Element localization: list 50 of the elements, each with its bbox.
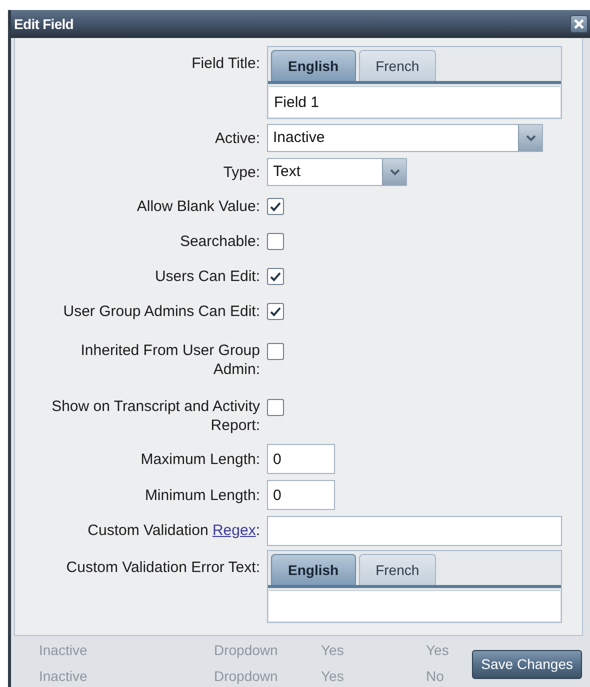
field-label: Type: — [223, 162, 260, 182]
table-cell-text: Dropdown — [214, 642, 279, 658]
field-label: Field Title: — [192, 54, 260, 73]
language-tab[interactable]: French — [358, 554, 436, 585]
field-label: Active: — [214, 128, 260, 148]
table-cell-text: Inactive — [39, 668, 88, 684]
table-cell-text: Yes — [321, 642, 345, 658]
dropdown-field[interactable]: Inactive — [267, 124, 543, 152]
chevron-icon — [526, 134, 536, 142]
dropdown-button[interactable] — [382, 159, 406, 185]
field-label: Allow Blank Value: — [136, 197, 260, 216]
table-cell-text: Yes — [321, 668, 345, 684]
field-label: Custom Validation Error Text: — [66, 558, 260, 577]
dropdown-field[interactable]: Text — [267, 158, 407, 186]
language-tab[interactable]: English — [271, 50, 356, 81]
field-label: User Group Admins Can Edit: — [63, 302, 260, 321]
checkbox[interactable] — [267, 303, 284, 320]
table-cell-text: No — [426, 668, 445, 684]
window-title: Edit Field — [14, 14, 74, 34]
text-input[interactable]: 0 — [267, 480, 335, 510]
close-icon — [574, 19, 584, 29]
checkbox[interactable] — [267, 198, 284, 215]
close-button[interactable] — [570, 15, 588, 33]
checkbox[interactable] — [267, 268, 284, 285]
field-label: Searchable: — [180, 232, 260, 251]
text-input[interactable] — [269, 590, 560, 621]
check-icon — [270, 272, 281, 282]
field-label: Users Can Edit: — [154, 267, 260, 286]
checkbox[interactable] — [267, 343, 284, 360]
text-input[interactable]: Field 1 — [269, 86, 560, 117]
field-label: Show on Transcript and Activity Report: — [50, 397, 260, 435]
text-input[interactable]: 0 — [267, 444, 335, 474]
check-icon — [270, 306, 281, 316]
language-tab[interactable]: French — [358, 50, 436, 81]
field-label: Inherited From User Group Admin: — [80, 341, 260, 379]
field-label: Custom Validation Regex: — [88, 521, 260, 540]
table-cell-text: Dropdown — [214, 668, 279, 684]
table-cell-text: Yes — [426, 642, 450, 658]
check-icon — [270, 202, 281, 212]
regex-link[interactable]: Regex — [212, 522, 256, 539]
field-label: Minimum Length: — [144, 486, 260, 504]
field-label: Maximum Length: — [140, 450, 260, 468]
chevron-icon — [390, 168, 400, 176]
checkbox[interactable] — [267, 399, 284, 416]
save-changes-button[interactable]: Save Changes — [472, 650, 582, 679]
checkbox[interactable] — [267, 233, 284, 250]
table-cell-text: Inactive — [39, 642, 88, 658]
text-input[interactable] — [267, 516, 562, 546]
language-tab[interactable]: English — [271, 554, 356, 585]
dropdown-button[interactable] — [518, 125, 542, 151]
